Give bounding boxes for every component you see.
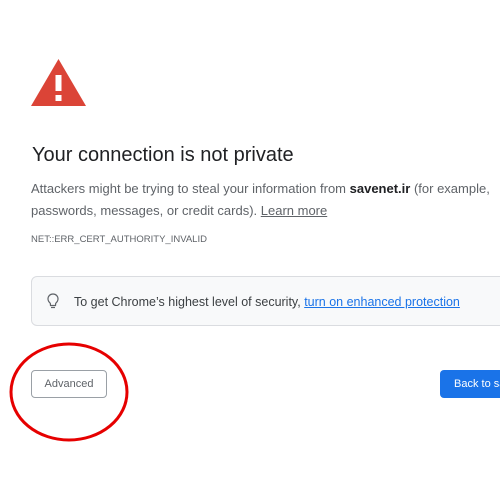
explanation-text: Attackers might be trying to steal your …	[31, 178, 491, 222]
warning-triangle-icon	[31, 59, 86, 106]
explanation-prefix: Attackers might be trying to steal your …	[31, 181, 350, 196]
advanced-button[interactable]: Advanced	[31, 370, 107, 398]
error-code: NET::ERR_CERT_AUTHORITY_INVALID	[31, 234, 207, 245]
enhanced-protection-link[interactable]: turn on enhanced protection	[304, 295, 460, 309]
learn-more-link[interactable]: Learn more	[261, 203, 327, 218]
back-to-safety-button[interactable]: Back to safety	[440, 370, 500, 398]
enhanced-protection-text: To get Chrome’s highest level of securit…	[74, 294, 460, 310]
lightbulb-icon	[47, 293, 59, 309]
security-interstitial-page: Your connection is not private Attackers…	[0, 0, 500, 500]
enhanced-protection-banner: To get Chrome’s highest level of securit…	[31, 276, 500, 326]
page-title: Your connection is not private	[32, 144, 294, 166]
host-name: savenet.ir	[349, 181, 411, 196]
enhanced-protection-prefix: To get Chrome’s highest level of securit…	[74, 295, 305, 309]
